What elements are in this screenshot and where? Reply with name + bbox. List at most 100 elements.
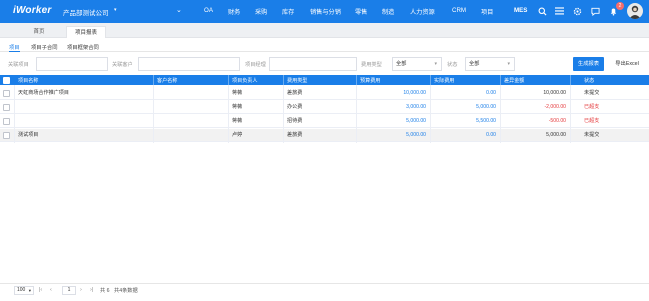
subtab-sub-contract[interactable]: 项目子合同 bbox=[31, 43, 58, 51]
nav-oa[interactable]: OA bbox=[204, 7, 213, 14]
subtab-project[interactable]: 项目 bbox=[9, 43, 20, 51]
company-switcher[interactable]: 产品部测试公司 bbox=[63, 7, 109, 17]
status-cell: 未提交 bbox=[584, 132, 600, 138]
owner-cell: 蒋薇 bbox=[232, 104, 243, 110]
project-name-cell: 天虹商场合作推广项目 bbox=[18, 90, 69, 96]
row-checkbox[interactable] bbox=[3, 90, 10, 97]
page-tab-strip: 首页 项目报表 bbox=[0, 23, 649, 38]
col-customer[interactable]: 客户名称 bbox=[157, 77, 177, 84]
diff-cell: 5,000.00 bbox=[546, 132, 566, 138]
owner-cell: 蒋薇 bbox=[232, 90, 243, 96]
actual-cell: 5,000.00 bbox=[476, 104, 496, 110]
message-icon[interactable] bbox=[588, 4, 602, 18]
search-icon[interactable] bbox=[535, 4, 549, 18]
tab-project-report[interactable]: 项目报表 bbox=[66, 26, 106, 38]
col-fee-type[interactable]: 费用类型 bbox=[287, 77, 307, 84]
active-tab-indicator bbox=[9, 51, 20, 52]
manager-filter-input[interactable] bbox=[269, 57, 357, 71]
actual-cell: 5,500.00 bbox=[476, 118, 496, 124]
diff-cell: -500.00 bbox=[548, 118, 566, 124]
project-filter-label: 关联项目 bbox=[8, 62, 29, 68]
col-owner[interactable]: 项目负责人 bbox=[232, 77, 257, 84]
nav-sales[interactable]: 销售与分销 bbox=[310, 7, 341, 16]
generate-report-button[interactable]: 生成报表 bbox=[573, 57, 604, 71]
gear-icon[interactable] bbox=[570, 4, 584, 18]
fee-type-cell: 招待费 bbox=[287, 118, 303, 124]
col-actual[interactable]: 实际费用 bbox=[434, 77, 454, 84]
page-size-select[interactable]: 100 ▾ bbox=[14, 286, 34, 295]
manager-filter-label: 项目经理 bbox=[245, 62, 266, 68]
page-count: 共 6 bbox=[100, 288, 110, 294]
fee-type-select[interactable]: 全部 ▾ bbox=[392, 57, 442, 71]
chevron-down-icon: ▾ bbox=[28, 288, 31, 293]
status-cell: 已超支 bbox=[584, 104, 600, 110]
nav-crm[interactable]: CRM bbox=[452, 7, 466, 14]
fee-type-cell: 办公费 bbox=[287, 104, 303, 110]
col-budget[interactable]: 预算费用 bbox=[360, 77, 380, 84]
menu-icon[interactable] bbox=[552, 4, 566, 18]
col-diff[interactable]: 差异金额 bbox=[504, 77, 524, 84]
chevron-down-icon: ▾ bbox=[434, 61, 437, 67]
budget-cell: 5,000.00 bbox=[406, 132, 426, 138]
project-filter-input[interactable] bbox=[36, 57, 108, 71]
nav-manufacturing[interactable]: 制造 bbox=[382, 7, 394, 16]
fee-type-value: 全部 bbox=[396, 61, 407, 67]
table-row[interactable]: 蒋薇 办公费 3,000.00 5,000.00 -2,000.00 已超支 bbox=[0, 101, 649, 114]
actual-cell: 0.00 bbox=[486, 132, 496, 138]
diff-cell: 10,000.00 bbox=[543, 90, 566, 96]
budget-cell: 5,000.00 bbox=[406, 118, 426, 124]
fee-type-cell: 差旅费 bbox=[287, 90, 303, 96]
select-all-checkbox[interactable] bbox=[3, 76, 10, 84]
status-value: 全部 bbox=[469, 61, 480, 67]
mes-link[interactable]: MES bbox=[514, 7, 527, 14]
export-excel-button[interactable]: 导出Excel bbox=[607, 57, 647, 71]
menu-collapse-icon[interactable]: ⌄ bbox=[176, 6, 182, 14]
nav-hr[interactable]: 人力资源 bbox=[410, 7, 435, 16]
tab-home[interactable]: 首页 bbox=[28, 26, 50, 38]
subtab-frame-contract[interactable]: 项目框架合同 bbox=[67, 43, 99, 51]
project-name-cell: 测试项目 bbox=[18, 132, 39, 138]
row-checkbox[interactable] bbox=[3, 132, 10, 139]
status-filter-label: 状态 bbox=[447, 62, 458, 68]
status-cell: 未提交 bbox=[584, 90, 600, 96]
page-number-input[interactable]: 1 bbox=[62, 286, 76, 295]
table-row[interactable]: 测试项目 卢婷 差旅费 5,000.00 0.00 5,000.00 未提交 bbox=[0, 129, 649, 142]
budget-cell: 10,000.00 bbox=[403, 90, 426, 96]
budget-cell: 3,000.00 bbox=[406, 104, 426, 110]
sub-tabs: 项目 项目子合同 项目框架合同 bbox=[0, 40, 649, 52]
status-select[interactable]: 全部 ▾ bbox=[465, 57, 515, 71]
owner-cell: 卢婷 bbox=[232, 132, 243, 138]
customer-filter-input[interactable] bbox=[138, 57, 240, 71]
nav-retail[interactable]: 零售 bbox=[355, 7, 367, 16]
avatar[interactable] bbox=[627, 3, 643, 19]
fee-type-cell: 差旅费 bbox=[287, 132, 303, 138]
fee-type-label: 费用类型 bbox=[361, 62, 382, 68]
chevron-down-icon[interactable]: ▾ bbox=[114, 7, 117, 13]
customer-filter-label: 关联客户 bbox=[112, 62, 133, 68]
next-page-icon[interactable]: › bbox=[80, 287, 82, 293]
col-project-name[interactable]: 项目名称 bbox=[18, 77, 38, 84]
table-row[interactable]: 天虹商场合作推广项目 蒋薇 差旅费 10,000.00 0.00 10,000.… bbox=[0, 87, 649, 100]
page-size-value: 100 bbox=[17, 287, 26, 293]
col-status[interactable]: 状态 bbox=[584, 77, 594, 84]
app-logo[interactable]: iWorker bbox=[13, 5, 51, 16]
total-records: 共4条数据 bbox=[114, 288, 138, 294]
status-cell: 已超支 bbox=[584, 118, 600, 124]
row-checkbox[interactable] bbox=[3, 118, 10, 125]
nav-purchase[interactable]: 采购 bbox=[255, 7, 267, 16]
nav-inventory[interactable]: 库存 bbox=[282, 7, 294, 16]
pagination-bar: 100 ▾ |‹ ‹ 1 › ›| 共 6 共4条数据 bbox=[0, 283, 649, 295]
prev-page-icon[interactable]: ‹ bbox=[50, 287, 52, 293]
notification-badge: 2 bbox=[616, 2, 624, 10]
row-checkbox[interactable] bbox=[3, 104, 10, 111]
actual-cell: 0.00 bbox=[486, 90, 496, 96]
first-page-icon[interactable]: |‹ bbox=[39, 287, 42, 293]
top-navbar: iWorker 产品部测试公司 ▾ ⌄ OA 财务 采购 库存 销售与分销 零售… bbox=[0, 0, 649, 23]
nav-project[interactable]: 项目 bbox=[481, 7, 493, 16]
table-row[interactable]: 蒋薇 招待费 5,000.00 5,500.00 -500.00 已超支 bbox=[0, 115, 649, 128]
nav-finance[interactable]: 财务 bbox=[228, 7, 240, 16]
chevron-down-icon: ▾ bbox=[507, 61, 510, 67]
diff-cell: -2,000.00 bbox=[544, 104, 566, 110]
last-page-icon[interactable]: ›| bbox=[90, 287, 93, 293]
owner-cell: 蒋薇 bbox=[232, 118, 243, 124]
